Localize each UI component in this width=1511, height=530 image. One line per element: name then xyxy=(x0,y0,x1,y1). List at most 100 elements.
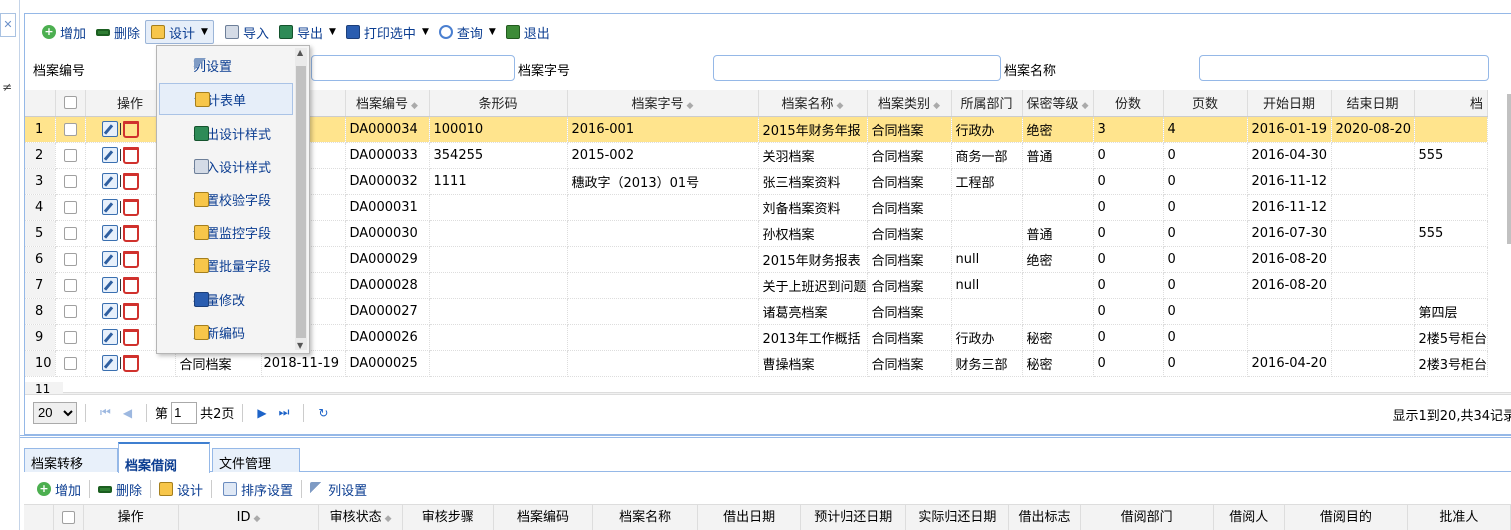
scroll-down-icon[interactable]: ▼ xyxy=(297,341,303,350)
collapse-icon[interactable]: ✕ xyxy=(0,13,16,37)
trash-icon[interactable] xyxy=(122,250,139,268)
col-header-dept[interactable]: 所属部门 xyxy=(951,90,1023,117)
page-size-select[interactable]: 20 xyxy=(33,401,77,424)
menu-item-monitor-fields[interactable]: 设置监控字段 xyxy=(159,216,293,248)
menu-item-import-style[interactable]: 导入设计样式 xyxy=(159,150,293,182)
next-page-icon[interactable]: ▶ xyxy=(257,406,266,420)
row-select-cell[interactable] xyxy=(55,350,86,377)
menu-scrollbar[interactable]: ▲ ▼ xyxy=(295,48,307,350)
scroll-up-icon[interactable]: ▲ xyxy=(297,48,303,57)
col-header-category[interactable]: 档案类别 ◆ xyxy=(867,90,952,117)
borrow-col-header[interactable]: ID ◆ xyxy=(179,505,320,530)
col-header-name[interactable]: 档案名称 ◆ xyxy=(758,90,868,117)
edit-icon[interactable] xyxy=(101,355,118,371)
delete-button[interactable]: 删除 xyxy=(91,20,145,44)
first-page-icon[interactable]: ⏮ xyxy=(100,405,111,420)
borrow-columns-button[interactable]: 列设置 xyxy=(305,477,372,501)
row-select-cell[interactable] xyxy=(55,116,86,143)
row-checkbox[interactable] xyxy=(63,122,77,136)
borrow-col-header[interactable]: 审核状态 ◆ xyxy=(319,505,403,530)
tab-transfer[interactable]: 档案转移 xyxy=(24,448,118,472)
scrollbar-thumb[interactable] xyxy=(296,66,306,338)
borrow-col-header[interactable]: 借阅目的 xyxy=(1285,505,1408,530)
row-checkbox[interactable] xyxy=(63,174,77,188)
borrow-col-header[interactable]: 借阅部门 xyxy=(1081,505,1214,530)
refresh-icon[interactable]: ↻ xyxy=(318,406,328,420)
trash-icon[interactable] xyxy=(122,120,139,138)
borrow-col-header[interactable]: 预计归还日期 xyxy=(801,505,907,530)
borrow-add-button[interactable]: + 增加 xyxy=(32,477,86,501)
trash-icon[interactable] xyxy=(122,276,139,294)
borrow-col-header[interactable]: 借阅人 xyxy=(1214,505,1285,530)
menu-item-validate-fields[interactable]: 设置校验字段 xyxy=(159,183,293,215)
vertical-scrollbar[interactable] xyxy=(1507,94,1511,244)
code-input[interactable] xyxy=(311,55,515,81)
row-select-cell[interactable] xyxy=(55,220,86,247)
edit-icon[interactable] xyxy=(101,303,118,319)
row-select-cell[interactable] xyxy=(55,246,86,273)
borrow-col-header[interactable]: 档案名称 xyxy=(593,505,699,530)
select-all-checkbox[interactable] xyxy=(63,96,77,110)
menu-item-design-form[interactable]: 设计表单 xyxy=(159,83,293,115)
borrow-col-header[interactable]: 审核步骤 xyxy=(403,505,494,530)
select-all-header[interactable] xyxy=(55,90,86,117)
add-button[interactable]: + 增加 xyxy=(37,20,91,44)
col-header-extra[interactable]: 档 xyxy=(1414,90,1489,117)
trash-icon[interactable] xyxy=(122,354,139,372)
last-page-icon[interactable]: ⏭ xyxy=(279,405,290,420)
row-checkbox[interactable] xyxy=(63,356,77,370)
borrow-col-header[interactable]: 借出日期 xyxy=(698,505,802,530)
borrow-design-button[interactable]: 设计 xyxy=(154,477,208,501)
col-header-code[interactable]: 档案编号 ◆ xyxy=(345,90,430,117)
row-select-cell[interactable] xyxy=(55,168,86,195)
row-checkbox[interactable] xyxy=(63,304,77,318)
menu-item-columns[interactable]: 列设置 xyxy=(159,49,293,81)
select-all-header[interactable] xyxy=(54,505,84,530)
edit-icon[interactable] xyxy=(101,173,118,189)
row-checkbox[interactable] xyxy=(63,252,77,266)
col-header-start[interactable]: 开始日期 xyxy=(1247,90,1332,117)
col-header-level[interactable]: 保密等级 ◆ xyxy=(1022,90,1094,117)
col-header-zihao[interactable]: 档案字号 ◆ xyxy=(567,90,759,117)
row-checkbox[interactable] xyxy=(63,278,77,292)
prev-page-icon[interactable]: ◀ xyxy=(123,406,132,420)
row-select-cell[interactable] xyxy=(55,324,86,351)
edit-icon[interactable] xyxy=(101,147,118,163)
row-checkbox[interactable] xyxy=(63,226,77,240)
import-button[interactable]: 导入 xyxy=(220,20,274,44)
menu-item-recode[interactable]: 重新编码 xyxy=(159,316,293,348)
trash-icon[interactable] xyxy=(122,172,139,190)
borrow-col-header[interactable]: 操作 xyxy=(84,505,179,530)
edit-icon[interactable] xyxy=(101,121,118,137)
row-checkbox[interactable] xyxy=(63,200,77,214)
edit-icon[interactable] xyxy=(101,329,118,345)
edit-icon[interactable] xyxy=(101,199,118,215)
col-header-copies[interactable]: 份数 xyxy=(1093,90,1164,117)
borrow-col-header[interactable]: 借出标志 xyxy=(1009,505,1081,530)
row-select-cell[interactable] xyxy=(55,142,86,169)
exit-button[interactable]: 退出 xyxy=(501,20,555,44)
trash-icon[interactable] xyxy=(122,302,139,320)
panel-splitter[interactable] xyxy=(20,435,1511,438)
edit-icon[interactable] xyxy=(101,225,118,241)
trash-icon[interactable] xyxy=(122,146,139,164)
col-header-pages[interactable]: 页数 xyxy=(1163,90,1248,117)
menu-item-export-style[interactable]: 导出设计样式 xyxy=(159,117,293,149)
col-header-barcode[interactable]: 条形码 xyxy=(429,90,568,117)
zihao-input[interactable] xyxy=(713,55,1001,81)
page-number-input[interactable] xyxy=(171,401,198,424)
row-checkbox[interactable] xyxy=(63,330,77,344)
menu-item-batch-fields[interactable]: 设置批量字段 xyxy=(159,249,293,281)
borrow-col-header[interactable]: 档案编码 xyxy=(494,505,594,530)
col-header-end[interactable]: 结束日期 xyxy=(1331,90,1415,117)
tab-files[interactable]: 文件管理 xyxy=(212,448,300,472)
query-menu-button[interactable]: 查询 ▼ xyxy=(434,20,501,44)
borrow-col-header[interactable]: 批准人 xyxy=(1408,505,1511,530)
tab-borrow[interactable]: 档案借阅 xyxy=(118,442,210,474)
edit-icon[interactable] xyxy=(101,251,118,267)
design-menu-button[interactable]: 设计 ▼ xyxy=(145,20,214,44)
print-menu-button[interactable]: 打印选中 ▼ xyxy=(341,20,434,44)
row-select-cell[interactable] xyxy=(55,298,86,325)
row-checkbox[interactable] xyxy=(63,148,77,162)
borrow-col-header[interactable]: 实际归还日期 xyxy=(906,505,1010,530)
